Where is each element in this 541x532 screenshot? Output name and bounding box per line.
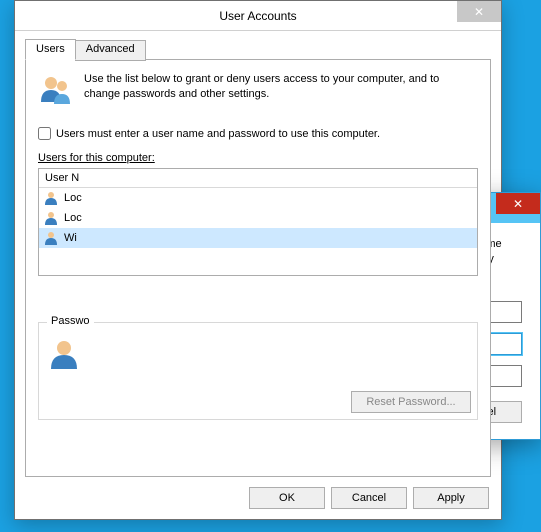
must-enter-label: Users must enter a user name and passwor… <box>56 128 380 140</box>
users-list[interactable]: User N Loc Loc Wi <box>38 168 478 276</box>
tabstrip: Users Advanced <box>25 39 491 60</box>
tab-users[interactable]: Users <box>25 39 76 60</box>
list-item[interactable]: Loc <box>39 208 477 228</box>
user-accounts-window: User Accounts ✕ Users Advanced Use the l… <box>14 0 502 520</box>
main-close-button[interactable]: ✕ <box>457 1 501 22</box>
must-enter-checkbox[interactable] <box>38 127 51 140</box>
avatar-icon <box>47 337 81 376</box>
main-ok-button[interactable]: OK <box>249 487 325 509</box>
main-apply-button[interactable]: Apply <box>413 487 489 509</box>
list-item-label: Wi <box>64 232 77 244</box>
users-list-label: Users for this computer: <box>38 152 478 164</box>
intro-row: Use the list below to grant or deny user… <box>38 72 478 113</box>
password-group: Passwo Reset Password... <box>38 322 478 420</box>
must-enter-row: Users must enter a user name and passwor… <box>38 127 478 140</box>
tab-panel-users: Use the list below to grant or deny user… <box>25 59 491 477</box>
main-titlebar[interactable]: User Accounts ✕ <box>15 1 501 31</box>
main-cancel-button[interactable]: Cancel <box>331 487 407 509</box>
users-icon <box>38 72 74 113</box>
main-body: Users Advanced Use the list below to gra… <box>15 31 501 487</box>
list-item-label: Loc <box>64 192 82 204</box>
tab-advanced[interactable]: Advanced <box>75 40 146 61</box>
main-window-title: User Accounts <box>219 9 296 23</box>
main-button-row: OK Cancel Apply <box>249 487 489 509</box>
password-group-legend: Passwo <box>47 315 94 327</box>
dialog-close-button[interactable]: ✕ <box>496 193 540 214</box>
list-item[interactable]: Loc <box>39 188 477 208</box>
intro-text: Use the list below to grant or deny user… <box>84 72 478 113</box>
users-list-header[interactable]: User N <box>39 169 477 188</box>
reset-password-button[interactable]: Reset Password... <box>351 391 471 413</box>
list-item-label: Loc <box>64 212 82 224</box>
list-item-selected[interactable]: Wi <box>39 228 477 248</box>
